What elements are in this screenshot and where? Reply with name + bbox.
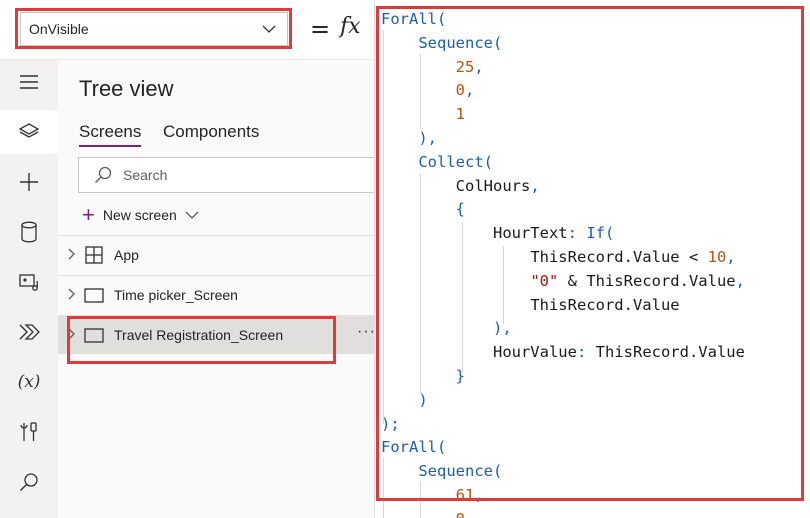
highlight-box-selected-screen xyxy=(67,316,336,364)
search-placeholder: Search xyxy=(123,167,168,183)
tree-item-label: App xyxy=(114,247,139,263)
tab-screens[interactable]: Screens xyxy=(79,122,141,142)
code-token: 0 xyxy=(456,510,465,518)
panel-title: Tree view xyxy=(79,76,174,101)
screen-icon xyxy=(84,287,104,303)
media-icon[interactable] xyxy=(0,260,58,304)
code-line: 0 xyxy=(381,508,745,518)
chevron-right-icon[interactable] xyxy=(58,248,84,263)
search-icon xyxy=(95,166,112,183)
chevron-right-icon[interactable] xyxy=(58,288,84,303)
tree-item-label: Time picker_Screen xyxy=(114,287,238,303)
left-rail: (x) xyxy=(0,60,58,518)
variables-icon[interactable]: (x) xyxy=(0,360,58,404)
search-icon[interactable] xyxy=(0,460,58,504)
highlight-box-formula xyxy=(376,6,804,501)
highlight-box-property xyxy=(15,8,292,49)
plus-icon: + xyxy=(82,202,95,227)
hamburger-icon[interactable] xyxy=(0,60,58,104)
power-automate-icon[interactable] xyxy=(0,310,58,354)
layers-icon[interactable] xyxy=(0,110,58,154)
tree-item-time-picker-screen[interactable]: Time picker_Screen xyxy=(58,276,374,314)
search-input[interactable]: Search xyxy=(78,157,378,193)
app-grid-icon xyxy=(84,246,104,264)
database-icon[interactable] xyxy=(0,210,58,254)
chevron-down-icon xyxy=(185,211,199,219)
tools-icon[interactable] xyxy=(0,410,58,454)
tree-item-app[interactable]: App xyxy=(58,236,374,274)
tree-view-panel: Tree view Screens Components Search + Ne… xyxy=(58,60,378,518)
tab-components[interactable]: Components xyxy=(163,122,259,142)
tab-selected-underline xyxy=(79,145,141,147)
new-screen-button[interactable]: + New screen xyxy=(82,203,199,227)
equals-sign: = xyxy=(310,15,331,43)
new-screen-label: New screen xyxy=(102,207,177,223)
plus-icon[interactable] xyxy=(0,160,58,204)
fx-icon[interactable]: fx xyxy=(340,14,361,39)
